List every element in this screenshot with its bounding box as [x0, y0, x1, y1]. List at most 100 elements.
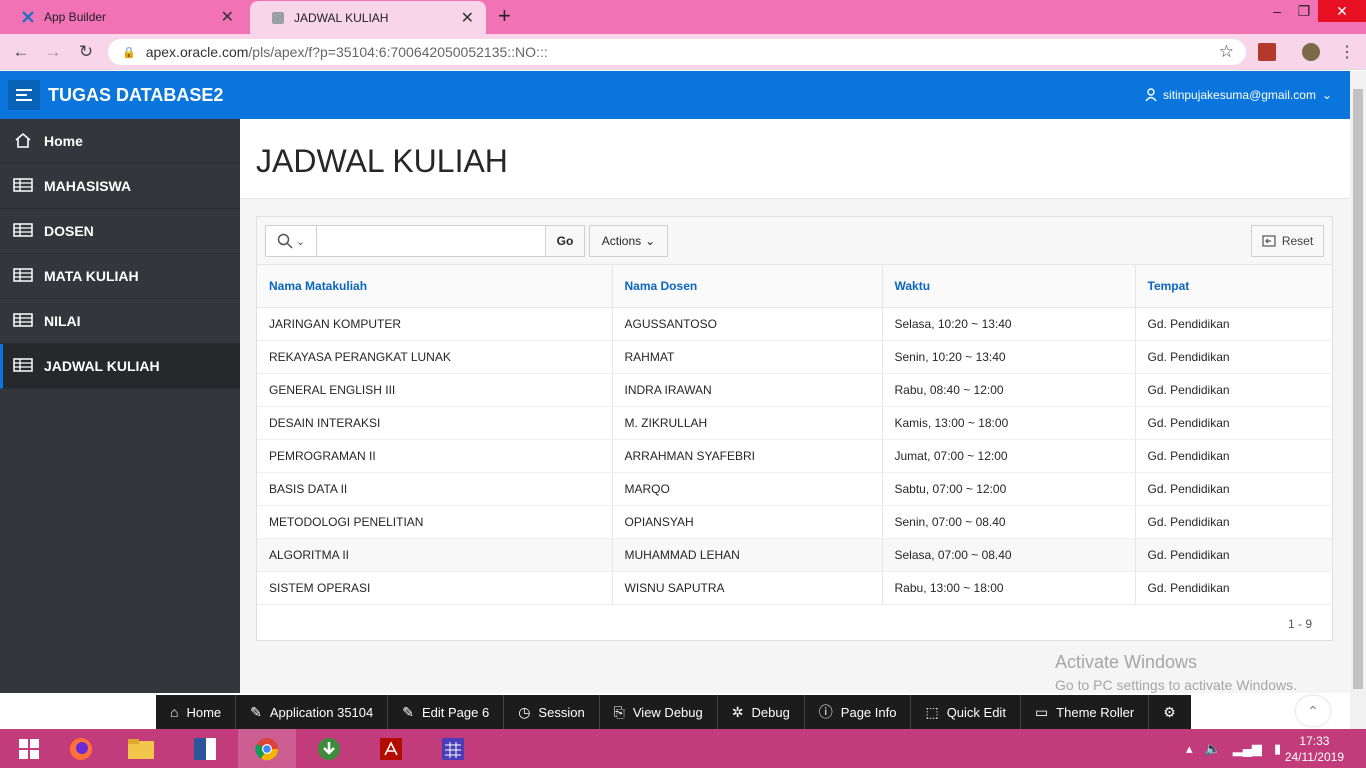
tray-expand-icon[interactable]: ▴: [1186, 741, 1193, 757]
dev-theme-roller-button[interactable]: ▭ Theme Roller: [1021, 695, 1150, 729]
dev-debug-button[interactable]: ✲ Debug: [718, 695, 805, 729]
dev-edit-page-label: Edit Page 6: [421, 704, 490, 720]
actions-menu-button[interactable]: Actions ⌄: [589, 225, 668, 257]
reset-button[interactable]: Reset: [1251, 225, 1324, 257]
scroll-to-top-button[interactable]: ⌃: [1296, 696, 1330, 726]
dev-settings-button[interactable]: ⚙: [1149, 695, 1190, 729]
search-column-button[interactable]: ⌄: [265, 225, 317, 257]
dev-edit-page-button[interactable]: ✎ Edit Page 6: [388, 695, 505, 729]
dev-home-button[interactable]: ⌂ Home: [156, 695, 237, 729]
sidebar-item-label: MAHASISWA: [44, 178, 132, 194]
table-row: DESAIN INTERAKSI M. ZIKRULLAH Kamis, 13:…: [257, 406, 1332, 440]
profile-avatar[interactable]: [1302, 43, 1320, 61]
windows-taskbar: ▴ 🔈 ▂▄▆ ▮ 17:33 24/11/2019: [0, 729, 1366, 768]
cell-waktu: Rabu, 13:00 ~ 18:00: [882, 571, 1136, 605]
new-tab-icon[interactable]: +: [498, 5, 511, 27]
page-scrollbar[interactable]: [1350, 71, 1366, 729]
url-path: /pls/apex/f?p=35104:6:700642050052135::N…: [248, 44, 548, 60]
dev-application-label: Application 35104: [269, 704, 374, 720]
info-icon: ⓘ: [818, 704, 833, 720]
dev-home-label: Home: [186, 704, 222, 720]
cell-waktu: Rabu, 08:40 ~ 12:00: [882, 373, 1136, 407]
cell-waktu: Sabtu, 07:00 ~ 12:00: [882, 472, 1136, 506]
user-menu[interactable]: sitinpujakesuma@gmail.com ⌄: [1145, 88, 1332, 102]
cell-tempat: Gd. Pendidikan: [1135, 373, 1332, 407]
cell-matakuliah: METODOLOGI PENELITIAN: [257, 505, 613, 539]
cursor-icon: ⬚: [925, 703, 939, 720]
pdf-extension-icon[interactable]: [1258, 43, 1276, 61]
close-tab-icon[interactable]: ✕: [461, 8, 474, 28]
go-button[interactable]: Go: [545, 225, 585, 257]
app-name[interactable]: TUGAS DATABASE2: [48, 85, 223, 106]
table-row: REKAYASA PERANGKAT LUNAK RAHMAT Senin, 1…: [257, 340, 1332, 374]
reset-icon: [1262, 235, 1276, 247]
volume-icon[interactable]: 🔈: [1205, 741, 1221, 757]
cell-matakuliah: REKAYASA PERANGKAT LUNAK: [257, 340, 613, 374]
word-icon[interactable]: [176, 729, 234, 768]
cell-waktu: Senin, 10:20 ~ 13:40: [882, 340, 1136, 374]
tab-title: JADWAL KULIAH: [294, 11, 389, 25]
scrollbar-thumb[interactable]: [1353, 89, 1363, 689]
clock-icon: ◷: [518, 703, 531, 720]
chrome-icon[interactable]: [238, 729, 296, 768]
dev-quick-edit-button[interactable]: ⬚ Quick Edit: [911, 695, 1021, 729]
bookmark-star-icon[interactable]: ☆: [1219, 42, 1234, 62]
address-bar: ← → ↻ 🔒 apex.oracle.com/pls/apex/f?p=351…: [0, 34, 1366, 70]
dev-application-button[interactable]: ✎ Application 35104: [236, 695, 389, 729]
tab-app-builder[interactable]: App Builder ✕: [0, 0, 246, 34]
column-header-waktu[interactable]: Waktu: [882, 265, 1136, 308]
sidebar-item-jadwal-kuliah[interactable]: JADWAL KULIAH: [0, 344, 240, 389]
file-explorer-icon[interactable]: [112, 729, 170, 768]
dev-view-debug-button[interactable]: ⎘ View Debug: [600, 695, 718, 729]
windows-start-icon[interactable]: [0, 729, 58, 768]
sidebar-item-home[interactable]: Home: [0, 119, 240, 164]
debug-view-icon: ⎘: [613, 703, 625, 720]
forward-icon[interactable]: →: [42, 41, 64, 63]
gear-icon: ⚙: [1163, 703, 1176, 720]
cell-waktu: Selasa, 07:00 ~ 08.40: [882, 538, 1136, 572]
window-close-icon[interactable]: ✕: [1318, 0, 1366, 22]
lock-icon: 🔒: [122, 46, 136, 59]
cell-tempat: Gd. Pendidikan: [1135, 340, 1332, 374]
minimize-icon[interactable]: –: [1265, 0, 1289, 22]
reload-icon[interactable]: ↻: [75, 41, 97, 63]
dev-page-info-button[interactable]: ⓘ Page Info: [805, 695, 912, 729]
browser-menu-icon[interactable]: ⋮: [1336, 41, 1358, 63]
dev-session-button[interactable]: ◷ Session: [504, 695, 600, 729]
back-icon[interactable]: ←: [10, 41, 32, 63]
menu-toggle-button[interactable]: [8, 80, 40, 110]
watermark-subtitle: Go to PC settings to activate Windows.: [1055, 677, 1297, 693]
taskbar-clock[interactable]: 17:33 24/11/2019: [1285, 733, 1344, 765]
restore-icon[interactable]: ❐: [1292, 0, 1316, 22]
search-input[interactable]: [317, 225, 546, 257]
sidebar-item-mata-kuliah[interactable]: MATA KULIAH: [0, 254, 240, 299]
close-tab-icon[interactable]: ✕: [221, 7, 234, 27]
table-row: METODOLOGI PENELITIAN OPIANSYAH Senin, 0…: [257, 505, 1332, 539]
column-header-nama-matakuliah[interactable]: Nama Matakuliah: [257, 265, 613, 308]
table-icon: [12, 222, 34, 240]
battery-icon[interactable]: ▮: [1274, 741, 1281, 757]
tab-jadwal-kuliah[interactable]: JADWAL KULIAH ✕: [250, 1, 486, 35]
calendar-app-icon[interactable]: [424, 729, 482, 768]
sidebar-item-label: MATA KULIAH: [44, 268, 139, 284]
chevron-up-icon: ⌃: [1307, 702, 1319, 719]
column-header-tempat[interactable]: Tempat: [1135, 265, 1332, 308]
url-field[interactable]: 🔒 apex.oracle.com/pls/apex/f?p=35104:6:7…: [108, 39, 1246, 65]
firefox-icon[interactable]: [52, 729, 110, 768]
acrobat-icon[interactable]: [362, 729, 420, 768]
sidebar-item-mahasiswa[interactable]: MAHASISWA: [0, 164, 240, 209]
sidebar-item-nilai[interactable]: NILAI: [0, 299, 240, 344]
page-title: JADWAL KULIAH: [256, 143, 508, 179]
activate-windows-watermark: Activate Windows Go to PC settings to ac…: [1055, 652, 1297, 693]
sidebar-item-dosen[interactable]: DOSEN: [0, 209, 240, 254]
network-signal-icon[interactable]: ▂▄▆: [1233, 741, 1262, 757]
cell-tempat: Gd. Pendidikan: [1135, 439, 1332, 473]
cell-tempat: Gd. Pendidikan: [1135, 571, 1332, 605]
download-manager-icon[interactable]: [300, 729, 358, 768]
cell-matakuliah: JARINGAN KOMPUTER: [257, 307, 613, 341]
apex-icon: [20, 9, 36, 25]
reset-label: Reset: [1281, 234, 1314, 248]
table-icon: [12, 177, 34, 195]
column-header-nama-dosen[interactable]: Nama Dosen: [612, 265, 883, 308]
tab-title: App Builder: [44, 10, 107, 24]
